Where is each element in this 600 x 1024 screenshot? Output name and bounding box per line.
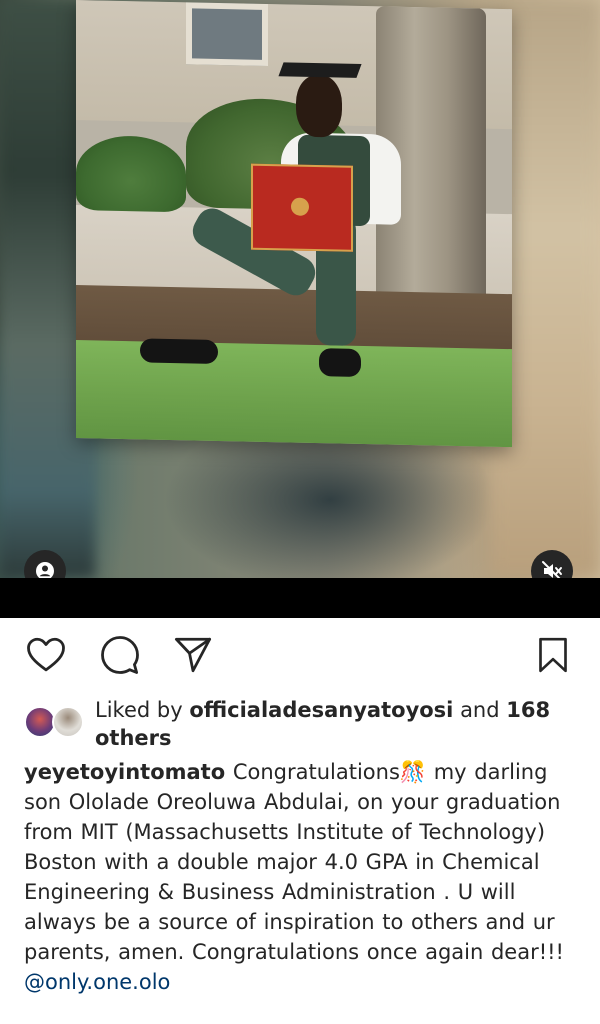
caption-text: Congratulations🎊 my darling son Ololade … (24, 760, 564, 964)
post-action-bar (0, 632, 600, 682)
photo-window (186, 2, 268, 67)
comment-button[interactable] (97, 632, 143, 678)
caption-username[interactable]: yeyetoyintomato (24, 760, 225, 784)
graduate-shoe (319, 348, 361, 377)
avatar (52, 706, 84, 738)
comment-bubble-icon (101, 636, 139, 674)
liked-by-username[interactable]: officialadesanyatoyosi (189, 698, 453, 722)
graduation-photo (76, 0, 512, 448)
likes-prefix: Liked by (95, 698, 190, 722)
graduate-head (296, 74, 342, 138)
likes-text: Liked by officialadesanyatoyosi and 168 … (95, 696, 585, 752)
graduation-cap (278, 62, 362, 78)
photo-bush (76, 135, 186, 213)
save-button[interactable] (530, 632, 576, 678)
like-button[interactable] (23, 632, 69, 678)
speaker-muted-icon (542, 561, 562, 578)
likes-middle: and (453, 698, 507, 722)
paper-plane-icon (174, 637, 212, 673)
media-bottom-bar (0, 578, 600, 618)
share-button[interactable] (170, 632, 216, 678)
diploma-seal (291, 197, 309, 216)
graduate-shoe (140, 338, 218, 364)
person-icon (36, 562, 54, 578)
bookmark-outline-icon (539, 637, 567, 673)
heart-outline-icon (27, 637, 65, 672)
post-caption: yeyetoyintomato Congratulations🎊 my darl… (24, 757, 580, 997)
post-media[interactable] (0, 0, 600, 578)
caption-mention[interactable]: @only.one.olo (24, 967, 580, 997)
